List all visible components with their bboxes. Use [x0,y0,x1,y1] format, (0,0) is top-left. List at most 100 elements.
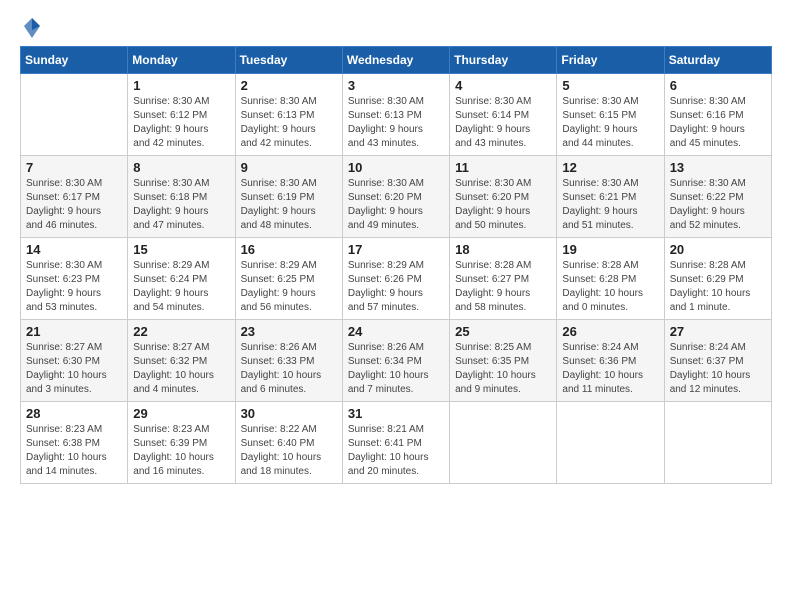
calendar-cell: 19 Sunrise: 8:28 AMSunset: 6:28 PMDayligh… [557,238,664,320]
calendar-row-4: 21 Sunrise: 8:27 AMSunset: 6:30 PMDayligh… [21,320,772,402]
day-number: 30 [241,406,337,421]
day-info: Sunrise: 8:26 AMSunset: 6:34 PMDaylight:… [348,341,444,397]
day-info: Sunrise: 8:24 AMSunset: 6:36 PMDaylight:… [562,341,658,397]
calendar-cell: 29Sunrise: 8:23 AMSunset: 6:39 PMDayligh… [128,402,235,484]
day-info: Sunrise: 8:23 AMSunset: 6:38 PMDaylight:… [26,423,122,479]
day-info: Sunrise: 8:30 AMSunset: 6:14 PMDaylight:… [455,95,551,151]
day-number: 7 [26,160,122,175]
day-number: 11 [455,160,551,175]
day-number: 4 [455,78,551,93]
calendar-cell: 17 Sunrise: 8:29 AMSunset: 6:26 PMDayligh… [342,238,449,320]
calendar-cell [557,402,664,484]
calendar-cell: 15 Sunrise: 8:29 AMSunset: 6:24 PMDayligh… [128,238,235,320]
calendar-cell: 4 Sunrise: 8:30 AMSunset: 6:14 PMDaylight… [450,74,557,156]
col-friday: Friday [557,47,664,74]
day-info: Sunrise: 8:30 AMSunset: 6:20 PMDaylight:… [455,177,551,233]
day-number: 20 [670,242,766,257]
calendar-cell: 27 Sunrise: 8:24 AMSunset: 6:37 PMDayligh… [664,320,771,402]
day-info: Sunrise: 8:28 AMSunset: 6:27 PMDaylight:… [455,259,551,315]
day-info: Sunrise: 8:30 AMSunset: 6:19 PMDaylight:… [241,177,337,233]
day-info: Sunrise: 8:30 AMSunset: 6:21 PMDaylight:… [562,177,658,233]
col-thursday: Thursday [450,47,557,74]
col-wednesday: Wednesday [342,47,449,74]
calendar-cell: 7 Sunrise: 8:30 AMSunset: 6:17 PMDaylight… [21,156,128,238]
col-saturday: Saturday [664,47,771,74]
calendar-cell [21,74,128,156]
day-number: 17 [348,242,444,257]
day-info: Sunrise: 8:30 AMSunset: 6:12 PMDaylight:… [133,95,229,151]
day-info: Sunrise: 8:29 AMSunset: 6:26 PMDaylight:… [348,259,444,315]
calendar-cell: 10Sunrise: 8:30 AMSunset: 6:20 PMDayligh… [342,156,449,238]
calendar-cell: 28 Sunrise: 8:23 AMSunset: 6:38 PMDayligh… [21,402,128,484]
day-info: Sunrise: 8:27 AMSunset: 6:30 PMDaylight:… [26,341,122,397]
calendar-cell: 8 Sunrise: 8:30 AMSunset: 6:18 PMDaylight… [128,156,235,238]
day-number: 12 [562,160,658,175]
calendar-cell: 30 Sunrise: 8:22 AMSunset: 6:40 PMDayligh… [235,402,342,484]
day-number: 5 [562,78,658,93]
day-info: Sunrise: 8:28 AMSunset: 6:29 PMDaylight:… [670,259,766,315]
calendar-cell: 31Sunrise: 8:21 AMSunset: 6:41 PMDayligh… [342,402,449,484]
day-info: Sunrise: 8:30 AMSunset: 6:20 PMDaylight:… [348,177,444,233]
day-number: 18 [455,242,551,257]
day-info: Sunrise: 8:25 AMSunset: 6:35 PMDaylight:… [455,341,551,397]
day-info: Sunrise: 8:29 AMSunset: 6:24 PMDaylight:… [133,259,229,315]
calendar-cell [664,402,771,484]
day-number: 2 [241,78,337,93]
day-info: Sunrise: 8:30 AMSunset: 6:16 PMDaylight:… [670,95,766,151]
day-number: 3 [348,78,444,93]
day-info: Sunrise: 8:30 AMSunset: 6:18 PMDaylight:… [133,177,229,233]
calendar-cell: 23 Sunrise: 8:26 AMSunset: 6:33 PMDayligh… [235,320,342,402]
day-number: 23 [241,324,337,339]
calendar-cell: 21 Sunrise: 8:27 AMSunset: 6:30 PMDayligh… [21,320,128,402]
day-info: Sunrise: 8:30 AMSunset: 6:17 PMDaylight:… [26,177,122,233]
calendar-cell: 3 Sunrise: 8:30 AMSunset: 6:13 PMDaylight… [342,74,449,156]
calendar-row-3: 14Sunrise: 8:30 AMSunset: 6:23 PMDayligh… [21,238,772,320]
calendar-cell: 16 Sunrise: 8:29 AMSunset: 6:25 PMDayligh… [235,238,342,320]
logo-icon [22,16,42,40]
day-info: Sunrise: 8:30 AMSunset: 6:23 PMDaylight:… [26,259,122,315]
day-info: Sunrise: 8:29 AMSunset: 6:25 PMDaylight:… [241,259,337,315]
calendar-table: Sunday Monday Tuesday Wednesday Thursday… [20,46,772,484]
calendar-cell: 24 Sunrise: 8:26 AMSunset: 6:34 PMDayligh… [342,320,449,402]
day-number: 29 [133,406,229,421]
day-number: 31 [348,406,444,421]
day-number: 28 [26,406,122,421]
calendar-cell: 20 Sunrise: 8:28 AMSunset: 6:29 PMDayligh… [664,238,771,320]
day-info: Sunrise: 8:30 AMSunset: 6:13 PMDaylight:… [348,95,444,151]
day-number: 21 [26,324,122,339]
day-info: Sunrise: 8:28 AMSunset: 6:28 PMDaylight:… [562,259,658,315]
header [20,16,772,40]
calendar-cell: 13Sunrise: 8:30 AMSunset: 6:22 PMDayligh… [664,156,771,238]
day-info: Sunrise: 8:22 AMSunset: 6:40 PMDaylight:… [241,423,337,479]
calendar-cell: 11 Sunrise: 8:30 AMSunset: 6:20 PMDayligh… [450,156,557,238]
day-number: 19 [562,242,658,257]
calendar-cell: 12 Sunrise: 8:30 AMSunset: 6:21 PMDayligh… [557,156,664,238]
col-tuesday: Tuesday [235,47,342,74]
day-info: Sunrise: 8:26 AMSunset: 6:33 PMDaylight:… [241,341,337,397]
day-number: 15 [133,242,229,257]
calendar-cell: 18 Sunrise: 8:28 AMSunset: 6:27 PMDayligh… [450,238,557,320]
day-number: 9 [241,160,337,175]
calendar-row-1: 1 Sunrise: 8:30 AMSunset: 6:12 PMDaylight… [21,74,772,156]
calendar-cell: 1 Sunrise: 8:30 AMSunset: 6:12 PMDaylight… [128,74,235,156]
day-info: Sunrise: 8:24 AMSunset: 6:37 PMDaylight:… [670,341,766,397]
day-number: 27 [670,324,766,339]
calendar-cell: 26Sunrise: 8:24 AMSunset: 6:36 PMDayligh… [557,320,664,402]
calendar-page: Sunday Monday Tuesday Wednesday Thursday… [0,0,792,612]
calendar-row-5: 28 Sunrise: 8:23 AMSunset: 6:38 PMDayligh… [21,402,772,484]
day-number: 24 [348,324,444,339]
day-info: Sunrise: 8:27 AMSunset: 6:32 PMDaylight:… [133,341,229,397]
calendar-header-row: Sunday Monday Tuesday Wednesday Thursday… [21,47,772,74]
day-number: 13 [670,160,766,175]
calendar-cell: 6Sunrise: 8:30 AMSunset: 6:16 PMDaylight… [664,74,771,156]
col-sunday: Sunday [21,47,128,74]
day-number: 1 [133,78,229,93]
calendar-cell: 25Sunrise: 8:25 AMSunset: 6:35 PMDayligh… [450,320,557,402]
calendar-cell: 22Sunrise: 8:27 AMSunset: 6:32 PMDayligh… [128,320,235,402]
calendar-cell: 14Sunrise: 8:30 AMSunset: 6:23 PMDayligh… [21,238,128,320]
col-monday: Monday [128,47,235,74]
day-info: Sunrise: 8:30 AMSunset: 6:15 PMDaylight:… [562,95,658,151]
day-info: Sunrise: 8:30 AMSunset: 6:13 PMDaylight:… [241,95,337,151]
day-number: 8 [133,160,229,175]
day-number: 16 [241,242,337,257]
